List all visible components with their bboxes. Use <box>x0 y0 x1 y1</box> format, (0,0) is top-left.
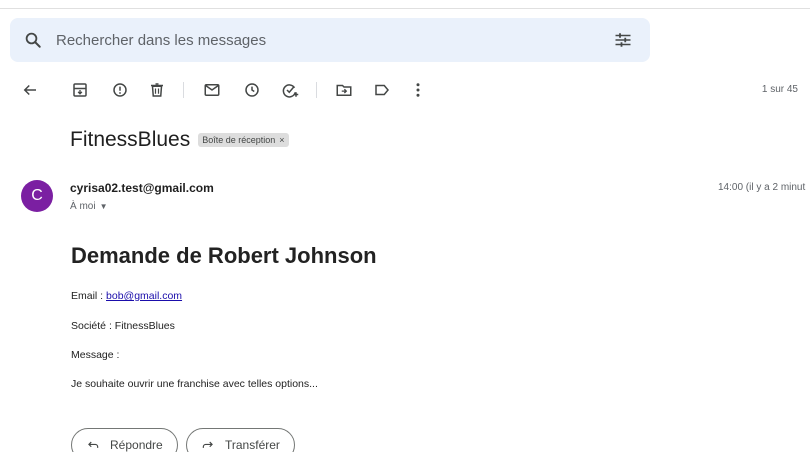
recipient-label: À moi <box>70 201 96 212</box>
search-icon[interactable] <box>24 31 42 49</box>
reply-button[interactable]: Répondre <box>71 428 178 452</box>
email-link[interactable]: bob@gmail.com <box>106 290 182 302</box>
forward-icon <box>202 441 213 448</box>
label-remove-icon[interactable]: × <box>279 135 284 145</box>
delete-button[interactable] <box>147 80 167 100</box>
add-task-button[interactable] <box>280 80 300 100</box>
mark-unread-icon <box>204 84 220 96</box>
archive-icon <box>73 83 87 97</box>
label-icon <box>375 84 389 96</box>
search-options-icon[interactable] <box>614 31 632 49</box>
label-button[interactable] <box>372 80 392 100</box>
snooze-icon <box>245 83 259 97</box>
message-body: Je souhaite ouvrir une franchise avec te… <box>71 378 318 390</box>
report-spam-icon <box>113 83 127 97</box>
email-line-label: Email : <box>71 290 107 302</box>
message-label: Message : <box>71 349 120 361</box>
recipient-details[interactable]: À moi ▼ <box>70 201 107 212</box>
back-button[interactable] <box>20 80 40 100</box>
forward-label: Transférer <box>225 438 280 452</box>
reply-label: Répondre <box>110 438 163 452</box>
archive-button[interactable] <box>70 80 90 100</box>
snooze-button[interactable] <box>242 80 262 100</box>
email-timestamp: 14:00 (il y a 2 minut <box>718 182 806 193</box>
email-heading: Demande de Robert Johnson <box>71 243 377 268</box>
toolbar-separator <box>183 82 184 98</box>
more-button[interactable] <box>408 80 428 100</box>
caret-down-icon: ▼ <box>99 202 108 211</box>
reply-icon <box>88 441 99 448</box>
report-spam-button[interactable] <box>110 80 130 100</box>
avatar[interactable]: C <box>21 180 53 212</box>
label-chip-text: Boîte de réception <box>202 135 276 145</box>
add-task-icon <box>282 84 299 98</box>
message-toolbar: 1 sur 45 <box>0 74 810 106</box>
email-line: Email : bob@gmail.com <box>71 290 182 302</box>
inbox-label-chip[interactable]: Boîte de réception × <box>198 133 289 147</box>
delete-icon <box>151 83 163 97</box>
search-input[interactable] <box>56 26 596 54</box>
company-line: Société : FitnessBlues <box>71 320 175 332</box>
sender-email[interactable]: cyrisa02.test@gmail.com <box>70 181 214 195</box>
move-to-icon <box>336 84 352 96</box>
move-to-button[interactable] <box>334 80 354 100</box>
email-subject: FitnessBlues <box>70 128 191 151</box>
toolbar-separator <box>316 82 317 98</box>
mark-unread-button[interactable] <box>202 80 222 100</box>
more-icon <box>416 83 420 97</box>
top-divider <box>0 8 810 9</box>
forward-button[interactable]: Transférer <box>186 428 295 452</box>
search-bar[interactable] <box>10 18 650 62</box>
back-arrow-icon <box>23 84 36 96</box>
subject-row: FitnessBlues Boîte de réception × <box>70 128 289 152</box>
pager: 1 sur 45 <box>761 84 798 95</box>
